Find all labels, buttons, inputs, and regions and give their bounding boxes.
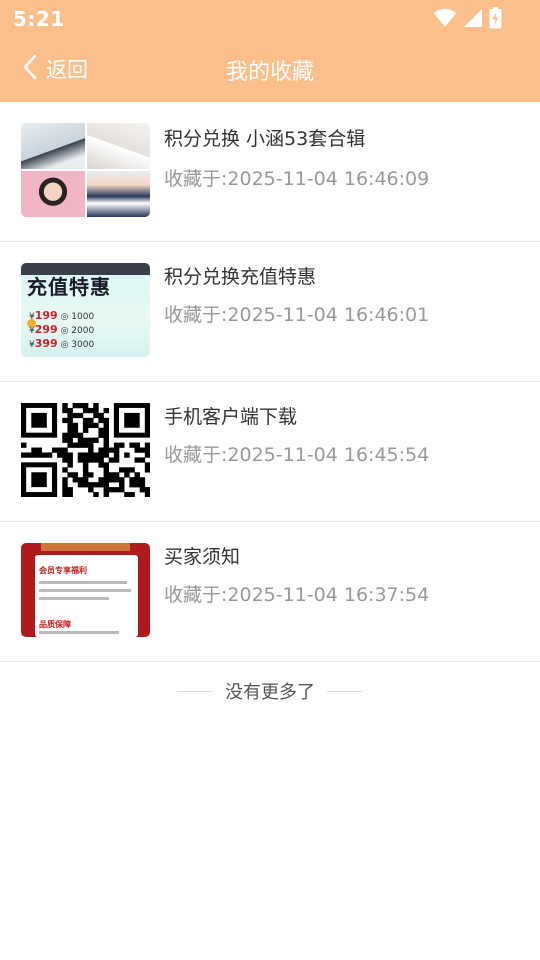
status-icons bbox=[433, 6, 502, 30]
battery-charging-icon bbox=[489, 7, 502, 29]
promo-price: 199 bbox=[34, 309, 58, 322]
photo-grid-thumbnail bbox=[21, 123, 150, 217]
favorite-title: 买家须知 bbox=[164, 546, 241, 568]
favorite-item[interactable]: 手机客户端下载 收藏于:2025-11-04 16:45:54 bbox=[0, 382, 540, 522]
signal-icon bbox=[463, 8, 483, 28]
favorite-item[interactable]: 充值特惠 ¥199 ◎ 1000 ¥299 ◎ 2000 ¥399 ◎ 3000… bbox=[0, 242, 540, 382]
notice-heading: 品质保障 bbox=[39, 620, 71, 629]
recharge-promo-thumbnail: 充值特惠 ¥199 ◎ 1000 ¥299 ◎ 2000 ¥399 ◎ 3000 bbox=[21, 263, 150, 357]
favorite-item[interactable]: 积分兑换 小涵53套合辑 收藏于:2025-11-04 16:46:09 bbox=[0, 102, 540, 242]
promo-points: 1000 bbox=[71, 312, 95, 322]
promo-price: 299 bbox=[34, 323, 58, 336]
wifi-icon bbox=[433, 8, 457, 28]
nav-bar: 返回 我的收藏 bbox=[0, 36, 540, 102]
divider-line bbox=[327, 690, 363, 692]
list-end-indicator: 没有更多了 bbox=[0, 676, 540, 706]
promo-price: 399 bbox=[34, 337, 58, 350]
favorite-time: 收藏于:2025-11-04 16:46:01 bbox=[164, 304, 430, 326]
favorite-title: 手机客户端下载 bbox=[164, 406, 298, 428]
qr-code-image bbox=[21, 403, 150, 497]
qr-code-thumbnail bbox=[21, 403, 150, 497]
buyer-notice-thumbnail: 会员专享福利 品质保障 bbox=[21, 543, 150, 637]
favorite-time: 收藏于:2025-11-04 16:46:09 bbox=[164, 168, 430, 190]
favorite-time: 收藏于:2025-11-04 16:37:54 bbox=[164, 584, 430, 606]
promo-title: 充值特惠 bbox=[27, 275, 111, 299]
favorites-list: 积分兑换 小涵53套合辑 收藏于:2025-11-04 16:46:09 充值特… bbox=[0, 102, 540, 662]
favorite-title: 积分兑换充值特惠 bbox=[164, 266, 317, 288]
no-more-text: 没有更多了 bbox=[225, 682, 315, 703]
promo-points: 3000 bbox=[71, 340, 95, 350]
divider-line bbox=[177, 690, 213, 692]
page-title: 我的收藏 bbox=[225, 60, 314, 85]
promo-points: 2000 bbox=[71, 326, 95, 336]
favorite-time: 收藏于:2025-11-04 16:45:54 bbox=[164, 444, 430, 466]
notice-heading: 会员专享福利 bbox=[39, 566, 87, 575]
status-bar: 5:21 bbox=[0, 0, 540, 36]
favorite-title: 积分兑换 小涵53套合辑 bbox=[164, 128, 366, 150]
status-time: 5:21 bbox=[13, 7, 65, 31]
favorite-item[interactable]: 会员专享福利 品质保障 买家须知 收藏于:2025-11-04 16:37:54 bbox=[0, 522, 540, 662]
